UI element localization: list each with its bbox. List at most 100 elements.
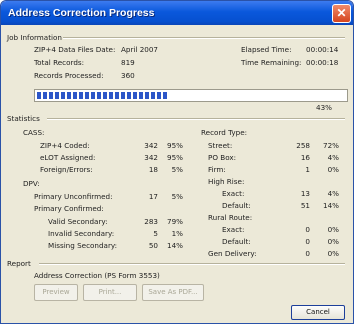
high-rise-row-count: 51 — [300, 201, 310, 210]
statistics-divider — [47, 118, 345, 120]
primary-unconfirmed-label: Primary Unconfirmed: — [34, 192, 113, 201]
cass-row-pct: 95% — [167, 153, 183, 162]
street-count: 258 — [296, 141, 310, 150]
progress-segment — [157, 92, 161, 99]
title-bar[interactable]: Address Correction Progress ✕ — [1, 1, 353, 25]
progress-bar — [34, 89, 348, 102]
firm-count: 1 — [305, 165, 310, 174]
report-divider — [39, 263, 345, 265]
cass-row-pct: 95% — [167, 141, 183, 150]
progress-segment — [67, 92, 71, 99]
dialog-window: Address Correction Progress ✕ Job Inform… — [0, 0, 354, 324]
cass-row-label: eLOT Assigned: — [40, 153, 96, 162]
elapsed-time-label: Elapsed Time: — [241, 45, 292, 54]
time-remaining-value: 00:00:18 — [306, 58, 339, 67]
progress-segment — [139, 92, 143, 99]
street-label: Street: — [208, 141, 233, 150]
report-name: Address Correction (PS Form 3553) — [34, 271, 160, 280]
rural-route-row-pct: 0% — [327, 237, 339, 246]
dpv-row-pct: 79% — [167, 217, 183, 226]
rural-route-row-label: Exact: — [222, 225, 245, 234]
high-rise-row-count: 13 — [300, 189, 310, 198]
progress-segment — [91, 92, 95, 99]
dpv-row-pct: 14% — [167, 241, 183, 250]
records-processed-label: Records Processed: — [34, 71, 104, 80]
cass-row-label: ZIP+4 Coded: — [40, 141, 90, 150]
job-divider — [63, 37, 345, 39]
progress-percent: 43% — [316, 103, 332, 112]
progress-segment — [151, 92, 155, 99]
progress-segment — [109, 92, 113, 99]
statistics-section-label: Statistics — [7, 114, 40, 123]
primary-confirmed-label: Primary Confirmed: — [34, 204, 104, 213]
close-button[interactable]: ✕ — [332, 4, 351, 23]
preview-button[interactable]: Preview — [34, 284, 78, 301]
dpv-row-label: Valid Secondary: — [48, 217, 108, 226]
gen-delivery-count: 0 — [305, 249, 310, 258]
zip-date-value: April 2007 — [121, 45, 159, 54]
high-rise-row-pct: 4% — [327, 189, 339, 198]
window-title: Address Correction Progress — [8, 7, 155, 19]
progress-segment — [103, 92, 107, 99]
progress-segment — [61, 92, 65, 99]
high-rise-row-label: Default: — [222, 201, 251, 210]
progress-segment — [133, 92, 137, 99]
cass-label: CASS: — [23, 128, 45, 137]
progress-segment — [127, 92, 131, 99]
print-button[interactable]: Print... — [83, 284, 137, 301]
rural-route-row-label: Default: — [222, 237, 251, 246]
progress-segment — [121, 92, 125, 99]
gen-delivery-label: Gen Delivery: — [208, 249, 257, 258]
primary-unconfirmed-pct: 5% — [171, 192, 183, 201]
report-section-label: Report — [7, 259, 31, 268]
gen-delivery-pct: 0% — [327, 249, 339, 258]
dpv-row-label: Missing Secondary: — [48, 241, 118, 250]
pobox-label: PO Box: — [208, 153, 237, 162]
progress-segment — [115, 92, 119, 99]
cass-row-count: 18 — [148, 165, 158, 174]
rural-route-row-count: 0 — [305, 225, 310, 234]
high-rise-row-pct: 14% — [323, 201, 339, 210]
progress-segment — [97, 92, 101, 99]
progress-segment — [85, 92, 89, 99]
progress-segment — [145, 92, 149, 99]
progress-segment — [49, 92, 53, 99]
firm-label: Firm: — [208, 165, 226, 174]
dpv-row-label: Invalid Secondary: — [48, 229, 115, 238]
rural-route-row-pct: 0% — [327, 225, 339, 234]
rural-route-row-count: 0 — [305, 237, 310, 246]
cass-row-count: 342 — [144, 141, 158, 150]
progress-segment — [79, 92, 83, 99]
cass-row-pct: 5% — [171, 165, 183, 174]
dpv-row-count: 5 — [153, 229, 158, 238]
dpv-row-count: 50 — [148, 241, 158, 250]
cancel-button[interactable]: Cancel — [291, 305, 345, 320]
progress-segment — [43, 92, 47, 99]
cass-row-label: Foreign/Errors: — [40, 165, 93, 174]
progress-segment — [163, 92, 167, 99]
save-as-pdf-button[interactable]: Save As PDF... — [142, 284, 204, 301]
dpv-row-pct: 1% — [171, 229, 183, 238]
records-processed-value: 360 — [121, 71, 135, 80]
elapsed-time-value: 00:00:14 — [306, 45, 339, 54]
pobox-pct: 4% — [327, 153, 339, 162]
high-rise-row-label: Exact: — [222, 189, 245, 198]
firm-pct: 0% — [327, 165, 339, 174]
total-records-label: Total Records: — [34, 58, 85, 67]
street-pct: 72% — [323, 141, 339, 150]
job-section-label: Job Information — [7, 33, 62, 42]
close-icon: ✕ — [336, 6, 347, 20]
progress-segment — [73, 92, 77, 99]
dpv-label: DPV: — [23, 179, 40, 188]
pobox-count: 16 — [300, 153, 310, 162]
total-records-value: 819 — [121, 58, 135, 67]
progress-segment — [55, 92, 59, 99]
rural-route-label: Rural Route: — [208, 213, 253, 222]
zip-date-label: ZIP+4 Data Files Date: — [34, 45, 116, 54]
dpv-row-count: 283 — [144, 217, 158, 226]
time-remaining-label: Time Remaining: — [241, 58, 302, 67]
high-rise-label: High Rise: — [208, 177, 245, 186]
cass-row-count: 342 — [144, 153, 158, 162]
record-type-label: Record Type: — [201, 128, 248, 137]
primary-unconfirmed-count: 17 — [148, 192, 158, 201]
